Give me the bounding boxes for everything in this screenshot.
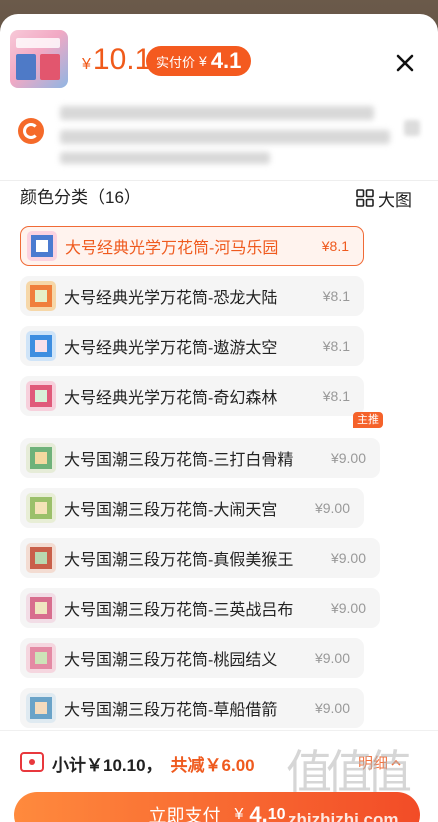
sku-thumbnail — [26, 281, 56, 311]
sku-name: 大号经典光学万花筒-奇幻森林 — [64, 390, 278, 407]
blurred-info-line — [60, 106, 374, 120]
sku-name: 大号国潮三段万花筒-三英战吕布 — [64, 602, 294, 619]
subtotal-line: 小计￥10.10， 共减￥6.00 — [52, 751, 255, 776]
paid-price-value: 4.1 — [210, 48, 242, 73]
sku-thumbnail — [26, 493, 56, 523]
sku-price: ¥8.1 — [321, 238, 349, 254]
sku-thumbnail — [27, 231, 57, 261]
sku-price: ¥9.00 — [314, 500, 350, 516]
paid-price-label: 实付价 — [156, 54, 196, 70]
close-icon — [396, 54, 414, 72]
paid-price-badge: 实付价 ¥ 4.1 — [146, 46, 252, 76]
blurred-info-line — [60, 130, 390, 144]
sku-price: ¥8.1 — [322, 288, 350, 304]
detail-link[interactable]: 明细 — [358, 752, 402, 773]
detail-label: 明细 — [358, 755, 389, 772]
recommended-tag: 主推 — [353, 412, 383, 428]
sku-option[interactable]: 大号经典光学万花筒-遨游太空 ¥8.1 — [20, 326, 364, 366]
sku-option[interactable]: 大号经典光学万花筒-恐龙大陆 ¥8.1 — [20, 276, 364, 316]
original-price: ¥10.1 — [82, 43, 152, 76]
pay-label: 立即支付 — [148, 806, 221, 822]
sku-price: ¥9.00 — [330, 550, 366, 566]
sku-thumbnail — [26, 443, 56, 473]
sku-name: 大号经典光学万花筒-河马乐园 — [65, 240, 279, 257]
big-view-label: 大图 — [378, 190, 412, 210]
big-view-toggle[interactable]: 大图 — [356, 186, 412, 210]
promo-icon — [18, 118, 44, 144]
sku-thumbnail — [26, 593, 56, 623]
pay-now-button[interactable]: 立即支付 ¥ 4. 10 — [14, 792, 420, 822]
sku-name: 大号经典光学万花筒-恐龙大陆 — [64, 290, 278, 307]
divider — [0, 180, 438, 181]
sku-name: 大号经典光学万花筒-遨游太空 — [64, 340, 278, 357]
sku-option[interactable]: 大号经典光学万花筒-奇幻森林 ¥8.1 — [20, 376, 364, 416]
sku-option[interactable]: 大号国潮三段万花筒-大闹天宫 ¥9.00 — [20, 488, 364, 528]
discount-text: 共减￥6.00 — [170, 756, 255, 775]
sku-option[interactable]: 大号国潮三段万花筒-真假美猴王 ¥9.00 — [20, 538, 380, 578]
sku-name: 大号国潮三段万花筒-草船借箭 — [64, 702, 278, 719]
sku-name: 大号国潮三段万花筒-大闹天宫 — [64, 502, 278, 519]
sku-price: ¥8.1 — [322, 388, 350, 404]
sku-thumbnail — [26, 643, 56, 673]
sku-name: 大号国潮三段万花筒-真假美猴王 — [64, 552, 294, 569]
sku-thumbnail — [26, 693, 56, 723]
product-thumbnail[interactable] — [10, 30, 68, 88]
close-button[interactable] — [392, 50, 418, 76]
sku-price: ¥9.00 — [330, 600, 366, 616]
sku-option[interactable]: 大号国潮三段万花筒-三英战吕布 ¥9.00 — [20, 588, 380, 628]
sku-option[interactable]: 大号国潮三段万花筒-桃园结义 ¥9.00 — [20, 638, 364, 678]
sku-price: ¥9.00 — [330, 450, 366, 466]
sku-price: ¥9.00 — [314, 650, 350, 666]
sku-selector-sheet: ¥10.1 实付价 ¥ 4.1 颜色分类（16） 大图 大号经典光学万花筒-河马… — [0, 14, 438, 822]
chevron-up-icon — [391, 759, 401, 766]
sku-price: ¥8.1 — [322, 338, 350, 354]
expand-icon[interactable] — [404, 120, 420, 136]
sku-thumbnail — [26, 381, 56, 411]
sku-thumbnail — [26, 543, 56, 573]
coupon-icon — [20, 752, 44, 772]
color-category-title: 颜色分类（16） — [20, 188, 141, 207]
sku-option[interactable]: 大号国潮三段万花筒-草船借箭 ¥9.00 — [20, 688, 364, 728]
pay-amount: 4. — [249, 802, 268, 822]
blurred-info-line — [60, 152, 270, 164]
sku-thumbnail — [26, 331, 56, 361]
subtotal-text: 小计￥10.10， — [52, 756, 163, 775]
sku-name: 大号国潮三段万花筒-桃园结义 — [64, 652, 278, 669]
sku-option[interactable]: 大号国潮三段万花筒-三打白骨精 ¥9.00 — [20, 438, 380, 478]
footer-divider — [0, 730, 438, 731]
sku-name: 大号国潮三段万花筒-三打白骨精 — [64, 452, 294, 469]
grid-icon — [356, 189, 374, 207]
sku-option[interactable]: 大号经典光学万花筒-河马乐园 ¥8.1 — [20, 226, 364, 266]
sku-price: ¥9.00 — [314, 700, 350, 716]
